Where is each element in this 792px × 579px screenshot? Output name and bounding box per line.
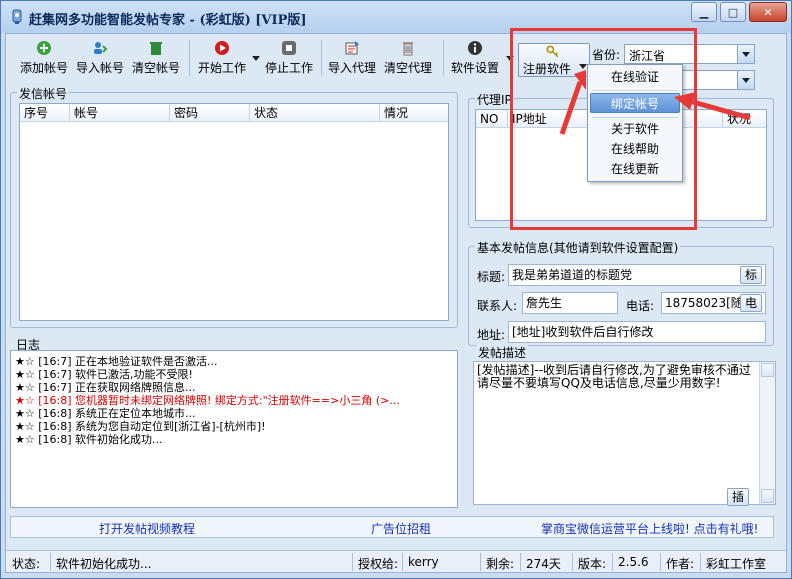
- status-value: 软件初始化成功...: [56, 557, 152, 571]
- clear-account-label: 清空帐号: [131, 61, 180, 75]
- app-icon: [12, 9, 22, 24]
- minimize-button[interactable]: ▁: [691, 2, 717, 22]
- address-input[interactable]: [地址]收到软件后自行修改: [508, 321, 766, 343]
- log-line: ★☆ [16:7] 正在本地验证软件是否激活...: [15, 355, 218, 368]
- col-account[interactable]: 帐号: [70, 104, 170, 122]
- clear-proxy-label: 清空代理: [383, 61, 432, 75]
- stop-work-label: 停止工作: [264, 61, 313, 75]
- status-separator: [50, 553, 51, 571]
- accounts-list-header: 序号 帐号 密码 状态 情况: [20, 104, 448, 122]
- col-index[interactable]: 序号: [20, 104, 70, 122]
- clear-proxy-button[interactable]: 清空代理: [382, 38, 434, 80]
- log-line: ★☆ [16:7] 正在获取网络牌照信息...: [15, 381, 196, 394]
- start-dropdown-arrow[interactable]: [252, 56, 260, 61]
- accounts-list[interactable]: 序号 帐号 密码 状态 情况: [19, 103, 449, 321]
- log-line: ★☆ [16:8] 系统为您自动定位到[浙江省]-[杭州市]!: [15, 420, 266, 433]
- title-tag-button[interactable]: 标: [740, 266, 762, 284]
- scroll-down-icon[interactable]: [761, 489, 774, 503]
- stop-icon: [282, 41, 296, 55]
- status-separator: [520, 553, 521, 571]
- description-scrollbar[interactable]: [759, 362, 775, 504]
- add-icon: [37, 41, 51, 55]
- status-separator: [612, 553, 613, 571]
- window-title: 赶集网多功能智能发帖专家 - (彩虹版) [VIP版]: [29, 13, 307, 28]
- phone-label: 电话:: [626, 299, 655, 313]
- status-separator: [660, 553, 661, 571]
- scroll-up-icon[interactable]: [761, 363, 774, 377]
- close-button[interactable]: ✕: [749, 2, 787, 22]
- accounts-group: 发信帐号 序号 帐号 密码 状态 情况: [10, 85, 458, 328]
- status-separator: [572, 553, 573, 571]
- import-account-label: 导入帐号: [75, 61, 124, 75]
- col-proxy-status[interactable]: 状况: [723, 110, 766, 128]
- log-panel[interactable]: ★☆ [16:7] 正在本地验证软件是否激活... ★☆ [16:7] 软件已激…: [10, 350, 458, 508]
- video-tutorial-link[interactable]: 打开发帖视频教程: [99, 520, 195, 537]
- status-separator: [700, 553, 701, 571]
- contact-label: 联系人:: [477, 299, 518, 313]
- toolbar-separator: [443, 40, 444, 76]
- address-label: 地址:: [477, 328, 506, 342]
- status-separator: [480, 553, 481, 571]
- title-label: 标题:: [477, 270, 506, 284]
- chevron-down-icon[interactable]: [737, 71, 754, 89]
- auth-label: 授权给:: [358, 557, 399, 571]
- basic-info-group-label: 基本发帖信息(其他请到软件设置配置): [475, 239, 681, 256]
- import-proxy-button[interactable]: 导入代理: [326, 38, 378, 80]
- add-account-button[interactable]: 添加帐号: [18, 38, 70, 80]
- trash-icon: [403, 42, 413, 56]
- ad-link[interactable]: 广告位招租: [371, 520, 431, 537]
- remain-value: 274天: [526, 557, 561, 571]
- col-situation[interactable]: 情况: [380, 104, 448, 122]
- status-separator: [352, 553, 353, 571]
- toolbar-separator: [189, 40, 190, 76]
- client-area: 添加帐号 导入帐号 清空帐号 开始工作 停止工作 导入代理 清空代理 软件设置 …: [5, 28, 787, 573]
- info-icon: [468, 41, 482, 55]
- import-proxy-label: 导入代理: [327, 61, 376, 75]
- status-bar: 状态: 软件初始化成功... 授权给: kerry 剩余: 274天 版本: 2…: [6, 550, 786, 572]
- promo-link[interactable]: 掌商宝微信运营平台上线啦! 点击有礼哦!: [541, 520, 758, 537]
- remain-label: 剩余:: [486, 557, 515, 571]
- log-line: ★☆ [16:8] 软件初始化成功...: [15, 433, 163, 446]
- start-work-button[interactable]: 开始工作: [196, 38, 248, 80]
- main-window: 赶集网多功能智能发帖专家 - (彩虹版) [VIP版] ▁ □ ✕ 添加帐号 导…: [0, 0, 792, 579]
- start-work-label: 开始工作: [197, 61, 246, 75]
- accounts-group-label: 发信帐号: [17, 85, 70, 102]
- title-input[interactable]: 我是弟弟道道的标题党: [508, 264, 766, 286]
- description-textarea[interactable]: [发帖描述]--收到后请自行修改,为了避免审核不通过请尽量不要填写QQ及电话信息…: [473, 361, 776, 505]
- import-account-button[interactable]: 导入帐号: [74, 38, 126, 80]
- toolbar-separator: [321, 40, 322, 76]
- col-password[interactable]: 密码: [170, 104, 250, 122]
- log-line: ★☆ [16:7] 软件已激活,功能不受限!: [15, 368, 193, 381]
- play-icon: [215, 41, 229, 55]
- col-status[interactable]: 状态: [250, 104, 380, 122]
- status-label: 状态:: [12, 557, 41, 571]
- version-value: 2.5.6: [618, 555, 649, 569]
- settings-label: 软件设置: [450, 61, 499, 75]
- import-users-icon: [94, 42, 108, 54]
- description-text: [发帖描述]--收到后请自行修改,为了避免审核不通过请尽量不要填写QQ及电话信息…: [477, 363, 751, 390]
- author-value: 彩虹工作室: [706, 557, 767, 571]
- insert-button[interactable]: 插: [727, 488, 749, 506]
- log-line: ★☆ [16:8] 系统正在定位本地城市...: [15, 407, 196, 420]
- chevron-down-icon[interactable]: [737, 45, 754, 63]
- add-account-label: 添加帐号: [19, 61, 68, 75]
- author-label: 作者:: [666, 557, 695, 571]
- clear-account-button[interactable]: 清空帐号: [130, 38, 182, 80]
- auth-value: kerry: [408, 555, 439, 569]
- status-separator: [402, 553, 403, 571]
- log-line-warning: ★☆ [16:8] 您机器暂时未绑定网络牌照! 绑定方式:"注册软件==>小三角…: [15, 394, 400, 407]
- trash-icon: [150, 42, 162, 55]
- import-proxy-icon: [345, 41, 359, 55]
- annotation-box: [510, 28, 697, 230]
- contact-input[interactable]: 詹先生: [522, 292, 618, 314]
- maximize-button[interactable]: □: [720, 2, 746, 22]
- col-no[interactable]: NO: [476, 110, 508, 128]
- settings-button[interactable]: 软件设置: [448, 38, 502, 80]
- description-group-label: 发帖描述: [476, 344, 529, 361]
- stop-work-button[interactable]: 停止工作: [262, 38, 316, 80]
- phone-tag-button[interactable]: 电: [740, 294, 762, 312]
- version-label: 版本:: [578, 557, 607, 571]
- proxy-group-label: 代理IP: [475, 91, 514, 108]
- link-bar: 打开发帖视频教程 广告位招租 掌商宝微信运营平台上线啦! 点击有礼哦!: [10, 516, 774, 538]
